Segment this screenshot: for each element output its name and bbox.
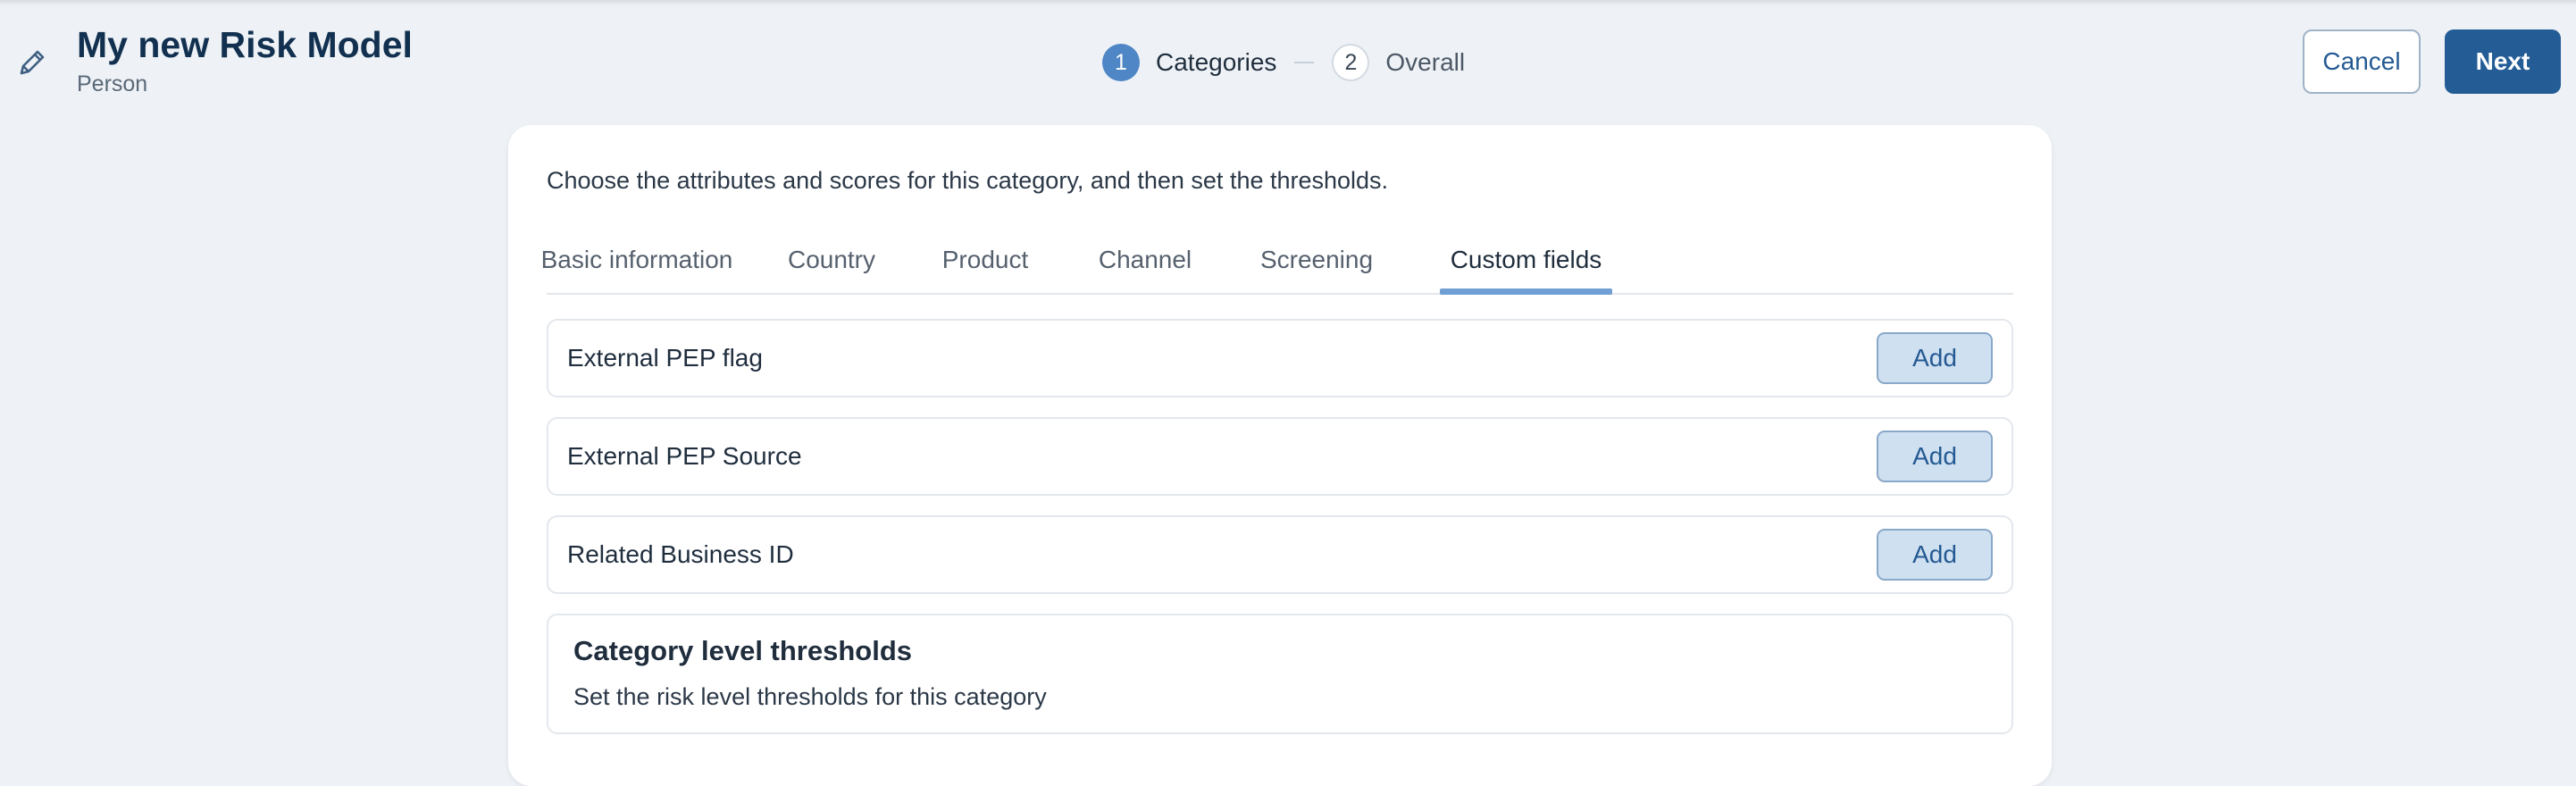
field-label: Related Business ID (567, 540, 794, 568)
add-button[interactable]: Add (1877, 431, 1993, 482)
step-label: Categories (1156, 48, 1277, 76)
thresholds-title: Category level thresholds (573, 635, 913, 666)
category-card: Choose the attributes and scores for thi… (508, 125, 2052, 786)
field-label: External PEP flag (567, 344, 763, 372)
step-label: Overall (1385, 48, 1466, 76)
list-item: External PEP flag Add (547, 319, 2013, 397)
page-title: My new Risk Model (77, 24, 413, 65)
step-overall[interactable]: 2 Overall (1332, 44, 1465, 81)
tab-channel[interactable]: Channel (1088, 232, 1202, 293)
top-shadow (0, 0, 2576, 5)
thresholds-section: Category level thresholds Set the risk l… (547, 614, 2013, 734)
stepper: 1 Categories 2 Overall (1102, 43, 1465, 82)
tab-product[interactable]: Product (934, 232, 1036, 293)
tab-country[interactable]: Country (781, 232, 882, 293)
field-label: External PEP Source (567, 442, 802, 470)
pencil-icon[interactable] (14, 45, 50, 80)
tab-basic-information[interactable]: Basic information (541, 232, 733, 293)
thresholds-description: Set the risk level thresholds for this c… (573, 683, 1047, 710)
step-categories[interactable]: 1 Categories (1102, 44, 1276, 81)
step-number: 2 (1332, 44, 1370, 81)
page-subtitle: Person (77, 71, 148, 96)
card-intro: Choose the attributes and scores for thi… (547, 167, 1389, 194)
cancel-button[interactable]: Cancel (2303, 29, 2421, 94)
step-number: 1 (1102, 44, 1140, 81)
tab-custom-fields[interactable]: Custom fields (1440, 232, 1612, 295)
step-separator (1294, 62, 1315, 63)
category-tabs: Basic information Country Product Channe… (541, 232, 2013, 295)
tab-screening[interactable]: Screening (1252, 232, 1381, 293)
list-item: External PEP Source Add (547, 417, 2013, 496)
list-item: Related Business ID Add (547, 515, 2013, 594)
add-button[interactable]: Add (1877, 529, 1993, 581)
next-button[interactable]: Next (2445, 29, 2561, 94)
add-button[interactable]: Add (1877, 332, 1993, 384)
